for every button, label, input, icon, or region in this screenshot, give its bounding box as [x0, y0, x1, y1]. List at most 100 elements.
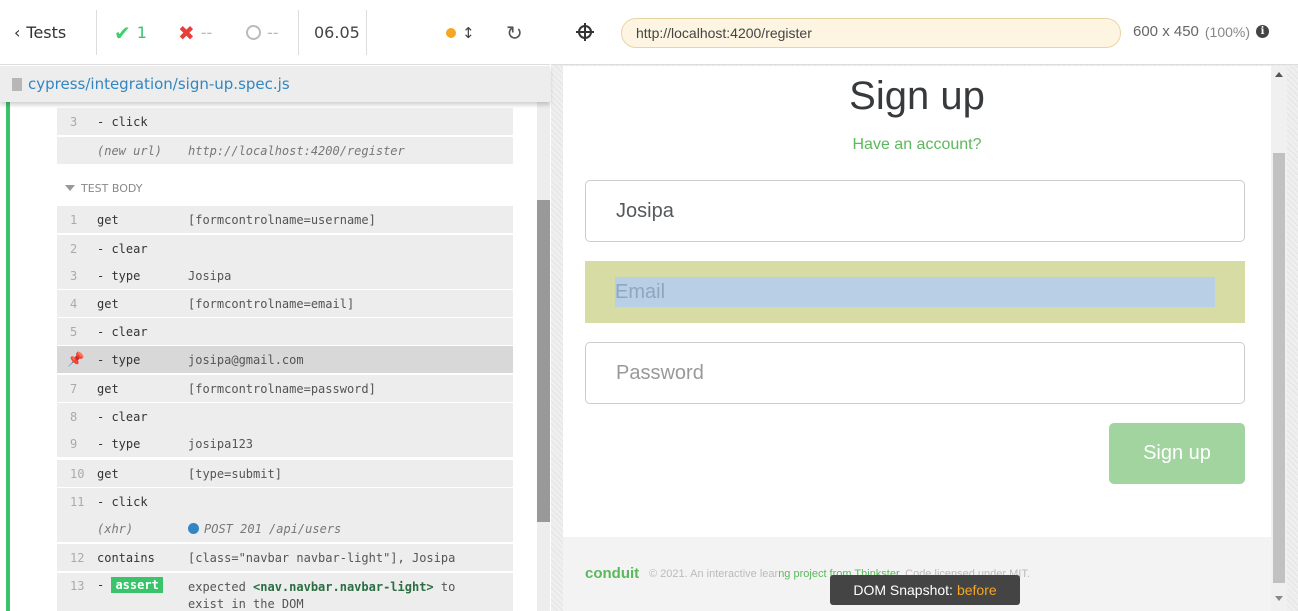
divider	[366, 10, 367, 55]
selector-playground-icon[interactable]	[575, 22, 595, 42]
command-name: (xhr)	[97, 521, 134, 536]
command-number: 11	[70, 494, 85, 509]
command-message: [formcontrolname=password]	[188, 381, 376, 396]
command-name: (new url)	[97, 143, 163, 158]
command-row-assert[interactable]: 13 - assert expected <nav.navbar.navbar-…	[57, 573, 513, 611]
assert-text: expected	[188, 580, 246, 594]
command-name: - type	[97, 268, 141, 283]
page-title: Sign up	[849, 74, 985, 118]
command-row[interactable]: (xhr) POST 201 /api/users	[57, 515, 513, 543]
command-row[interactable]: 2 - clear	[57, 235, 513, 263]
command-number: 4	[70, 296, 78, 311]
test-body-label: TEST BODY	[81, 181, 143, 195]
scroll-down-arrow-icon[interactable]	[1275, 596, 1283, 601]
command-name: get	[97, 212, 119, 227]
command-name: - type	[97, 352, 141, 367]
dom-snapshot-badge: DOM Snapshot: before	[830, 575, 1020, 605]
command-row[interactable]: (new url) http://localhost:4200/register	[57, 137, 513, 165]
up-down-arrow-icon: ↕	[462, 23, 475, 42]
pin-icon: 📌	[67, 351, 85, 368]
username-input[interactable]: Josipa	[585, 180, 1245, 242]
command-row[interactable]: 3 - type Josipa	[57, 262, 513, 290]
command-row[interactable]: 5 - clear	[57, 318, 513, 346]
command-number: 1	[70, 212, 78, 227]
command-name: get	[97, 381, 119, 396]
spec-file-name[interactable]: cypress/integration/sign-up.spec.js	[28, 75, 290, 93]
sign-up-button[interactable]: Sign up	[1109, 423, 1245, 484]
command-message: [class="navbar navbar-light"], Josipa	[188, 550, 456, 565]
command-row[interactable]: 12 contains [class="navbar navbar-light"…	[57, 544, 513, 572]
info-icon[interactable]: i	[1256, 25, 1270, 38]
xhr-status-dot-icon	[188, 522, 199, 534]
x-icon: ✖	[178, 20, 195, 45]
command-name: get	[97, 296, 119, 311]
command-message: [formcontrolname=username]	[188, 212, 376, 227]
password-input[interactable]: Password	[585, 342, 1245, 404]
have-account-link[interactable]: Have an account?	[563, 136, 1271, 154]
reload-icon[interactable]: ↻	[506, 0, 523, 65]
passed-value: 1	[136, 23, 147, 42]
command-row-pinned[interactable]: 📌 - type josipa@gmail.com	[57, 346, 513, 374]
spec-file-bar[interactable]: cypress/integration/sign-up.spec.js	[0, 66, 550, 102]
command-name: - clear	[97, 241, 148, 256]
viewport-size: 600 x 450	[1133, 23, 1199, 40]
command-name: - type	[97, 436, 141, 451]
command-message: POST 201 /api/users	[188, 522, 341, 536]
command-name: - assert	[97, 577, 163, 593]
failed-value: --	[200, 23, 213, 42]
command-message: [type=submit]	[188, 466, 282, 481]
assert-badge: assert	[111, 577, 163, 593]
command-row[interactable]: 7 get [formcontrolname=password]	[57, 375, 513, 403]
command-number: 8	[70, 409, 78, 424]
command-name: - clear	[97, 324, 148, 339]
tests-button[interactable]: ‹ Tests	[14, 0, 66, 65]
command-list: 3 - click (new url) http://localhost:420…	[57, 102, 513, 611]
assert-subject: <nav.navbar.navbar-light>	[253, 580, 434, 594]
command-number: 7	[70, 381, 78, 396]
command-number: 10	[70, 466, 85, 481]
app-scroll-thumb[interactable]	[1273, 153, 1285, 583]
command-row[interactable]: 8 - clear	[57, 403, 513, 431]
auto-scroll-toggle[interactable]: ↕	[446, 0, 475, 65]
scroll-up-arrow-icon[interactable]	[1275, 72, 1283, 77]
command-number: 9	[70, 436, 78, 451]
duration: 06.05	[314, 23, 360, 42]
chevron-left-icon: ‹	[14, 23, 21, 42]
command-number: 12	[70, 550, 85, 565]
divider	[298, 10, 299, 55]
command-name: - click	[97, 494, 148, 509]
snapshot-label: DOM Snapshot:	[853, 582, 953, 598]
url-bar[interactable]: http://localhost:4200/register	[621, 18, 1121, 48]
command-number: 3	[70, 114, 78, 129]
command-row[interactable]: 1 get [formcontrolname=username]	[57, 206, 513, 234]
failed-count: ✖ --	[178, 0, 212, 65]
command-message: Josipa	[188, 268, 232, 283]
test-body-header[interactable]: TEST BODY	[57, 174, 513, 202]
command-name: contains	[97, 550, 155, 565]
command-row[interactable]: 4 get [formcontrolname=email]	[57, 290, 513, 318]
assert-text: exist in the DOM	[188, 597, 304, 611]
command-row[interactable]: 11 - click	[57, 488, 513, 516]
command-log-scroll-thumb[interactable]	[537, 200, 550, 522]
command-number: 13	[70, 579, 85, 593]
command-row[interactable]: 10 get [type=submit]	[57, 460, 513, 488]
command-row[interactable]: 9 - type josipa123	[57, 430, 513, 458]
assert-text: to	[440, 580, 456, 594]
file-icon	[12, 77, 22, 91]
app-under-test: Sign up Have an account? Josipa Email Pa…	[563, 66, 1287, 611]
command-message: josipa@gmail.com	[188, 352, 304, 367]
runner-header: ‹ Tests ✔ 1 ✖ -- -- 06.05 ↕ ↻	[0, 0, 550, 65]
pending-value: --	[267, 23, 279, 42]
command-row[interactable]: 3 - click	[57, 108, 513, 136]
assert-message: expected <nav.navbar.navbar-light> to exi…	[188, 579, 455, 611]
app-preview-panel: http://localhost:4200/register 600 x 450…	[551, 0, 1298, 611]
footer-brand[interactable]: conduit	[585, 565, 639, 582]
viewport-info: 600 x 450 (100%) i	[1133, 23, 1270, 40]
command-log-panel: ‹ Tests ✔ 1 ✖ -- -- 06.05 ↕ ↻ cypress/in…	[0, 0, 550, 611]
email-input[interactable]: Email	[615, 277, 1215, 307]
passed-count: ✔ 1	[114, 0, 147, 65]
tests-label: Tests	[26, 23, 67, 42]
xhr-message: POST 201 /api/users	[204, 521, 342, 536]
test-pass-indicator	[6, 102, 10, 611]
snapshot-state[interactable]: before	[957, 582, 997, 598]
